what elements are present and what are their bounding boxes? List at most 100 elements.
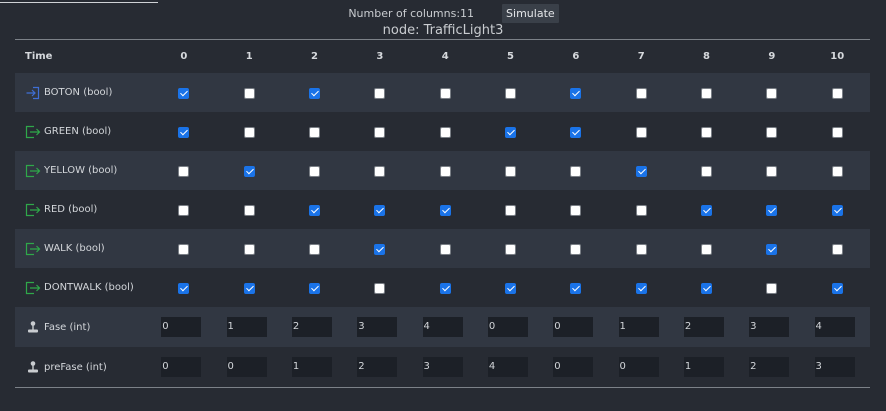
value-int-input[interactable]: 0 [553,357,594,378]
value-int-input[interactable]: 1 [618,317,659,338]
signal-name-cell: DONTWALK (bool) [15,268,151,307]
value-checkbox[interactable] [439,127,451,138]
value-checkbox[interactable] [635,283,647,294]
value-int-input[interactable]: 3 [749,317,790,338]
value-checkbox[interactable] [570,244,582,255]
value-checkbox[interactable] [766,244,778,255]
value-checkbox[interactable] [309,283,321,294]
value-int-input[interactable]: 0 [161,357,202,378]
value-checkbox[interactable] [570,127,582,138]
value-checkbox[interactable] [831,127,843,138]
value-int-input[interactable]: 2 [749,357,790,378]
value-int-input[interactable]: 2 [357,357,398,378]
value-checkbox[interactable] [635,205,647,216]
value-checkbox[interactable] [374,205,386,216]
value-int-input[interactable]: 0 [618,357,659,378]
value-cell [805,112,871,151]
value-int-input[interactable]: 2 [683,317,724,338]
value-cell: 3 [413,347,478,387]
value-cell [543,268,608,307]
value-checkbox[interactable] [178,283,190,294]
value-checkbox[interactable] [766,166,778,177]
value-checkbox[interactable] [309,244,321,255]
value-int-input[interactable]: 1 [226,317,267,338]
num-columns-input[interactable]: 11 [460,7,474,20]
value-checkbox[interactable] [505,127,517,138]
value-checkbox[interactable] [831,166,843,177]
value-checkbox[interactable] [505,244,517,255]
value-checkbox[interactable] [701,205,712,216]
value-checkbox[interactable] [178,166,190,177]
value-checkbox[interactable] [831,244,843,255]
value-checkbox[interactable] [178,205,190,216]
output-arrow-icon [25,164,41,178]
value-checkbox[interactable] [570,283,582,294]
value-checkbox[interactable] [309,127,321,138]
value-int-input[interactable]: 0 [553,317,594,338]
value-checkbox[interactable] [766,88,778,99]
value-checkbox[interactable] [570,166,582,177]
value-checkbox[interactable] [701,283,712,294]
value-checkbox[interactable] [701,88,712,99]
value-checkbox[interactable] [243,244,255,255]
value-int-input[interactable]: 2 [291,317,332,338]
value-checkbox[interactable] [374,283,386,294]
value-int-input[interactable]: 1 [683,357,724,378]
value-int-input[interactable]: 4 [814,317,855,338]
value-checkbox[interactable] [635,88,647,99]
value-checkbox[interactable] [243,127,255,138]
value-checkbox[interactable] [374,166,386,177]
value-checkbox[interactable] [309,88,321,99]
value-checkbox[interactable] [178,127,190,138]
value-checkbox[interactable] [570,205,582,216]
value-cell [674,73,739,112]
value-checkbox[interactable] [635,244,647,255]
value-int-input[interactable]: 0 [487,317,528,338]
value-checkbox[interactable] [374,88,386,99]
value-int-input[interactable]: 3 [357,317,398,338]
value-checkbox[interactable] [505,283,517,294]
value-int-input[interactable]: 4 [487,357,528,378]
value-checkbox[interactable] [701,127,712,138]
value-checkbox[interactable] [178,244,190,255]
value-checkbox[interactable] [439,166,451,177]
value-checkbox[interactable] [831,283,843,294]
value-checkbox[interactable] [178,88,190,99]
value-int-input[interactable]: 1 [291,357,332,378]
value-checkbox[interactable] [439,205,451,216]
value-cell [282,112,347,151]
value-checkbox[interactable] [243,166,255,177]
value-int-input[interactable]: 4 [422,317,463,338]
value-checkbox[interactable] [505,205,517,216]
value-int-input[interactable]: 0 [226,357,267,378]
simulate-button[interactable]: Simulate [502,4,559,23]
value-checkbox[interactable] [243,283,255,294]
value-int-input[interactable]: 3 [814,357,855,378]
value-checkbox[interactable] [505,88,517,99]
value-checkbox[interactable] [309,166,321,177]
value-checkbox[interactable] [439,244,451,255]
value-checkbox[interactable] [766,127,778,138]
value-checkbox[interactable] [831,205,843,216]
value-checkbox[interactable] [374,127,386,138]
value-checkbox[interactable] [701,166,712,177]
value-checkbox[interactable] [766,205,778,216]
value-cell [478,229,543,268]
value-checkbox[interactable] [309,205,321,216]
value-cell [674,190,739,229]
value-checkbox[interactable] [570,88,582,99]
value-int-input[interactable]: 3 [422,357,463,378]
value-checkbox[interactable] [439,283,451,294]
value-checkbox[interactable] [374,244,386,255]
value-int-input[interactable]: 0 [161,317,202,338]
column-header-1: 1 [245,51,253,62]
value-checkbox[interactable] [439,88,451,99]
value-checkbox[interactable] [635,166,647,177]
value-checkbox[interactable] [505,166,517,177]
value-checkbox[interactable] [243,88,255,99]
value-checkbox[interactable] [701,244,712,255]
value-checkbox[interactable] [635,127,647,138]
value-checkbox[interactable] [243,205,255,216]
value-checkbox[interactable] [831,88,843,99]
value-checkbox[interactable] [766,283,778,294]
